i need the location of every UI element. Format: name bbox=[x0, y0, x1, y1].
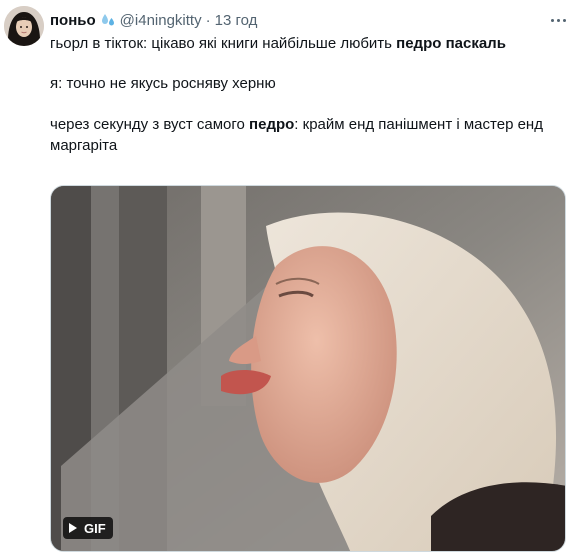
dot bbox=[550, 18, 554, 22]
tweet-text-line-3: через секунду з вуст самого педро: крайм… bbox=[50, 114, 560, 156]
play-icon bbox=[69, 523, 77, 533]
text-3-bold: педро bbox=[249, 116, 295, 133]
gif-image bbox=[51, 186, 565, 551]
author-name[interactable]: поньо bbox=[50, 12, 96, 29]
text-1-bold: педро паскаль bbox=[396, 35, 506, 52]
gif-badge[interactable]: GIF bbox=[63, 517, 113, 539]
avatar[interactable] bbox=[4, 6, 44, 46]
gif-label: GIF bbox=[84, 520, 106, 536]
dot bbox=[556, 18, 560, 22]
dot bbox=[562, 18, 566, 22]
separator: · bbox=[205, 11, 211, 29]
tweet-text-line-2: я: точно не якусь росняву херню bbox=[50, 75, 276, 92]
more-dots-icon[interactable] bbox=[546, 10, 570, 30]
text-3-prefix: через секунду з вуст самого bbox=[50, 116, 250, 133]
gif-media[interactable]: GIF bbox=[50, 185, 566, 552]
water-droplets-icon bbox=[101, 14, 114, 26]
text-1-prefix: гьорл в тікток: цікаво які книги найбіль… bbox=[50, 35, 397, 52]
avatar-image bbox=[4, 6, 44, 46]
tweet-header: поньо @i4ningkitty · 13 год bbox=[50, 10, 257, 30]
timestamp[interactable]: 13 год bbox=[215, 12, 258, 29]
tweet-text-line-1: гьорл в тікток: цікаво які книги найбіль… bbox=[50, 33, 560, 54]
author-handle[interactable]: @i4ningkitty bbox=[120, 12, 202, 29]
